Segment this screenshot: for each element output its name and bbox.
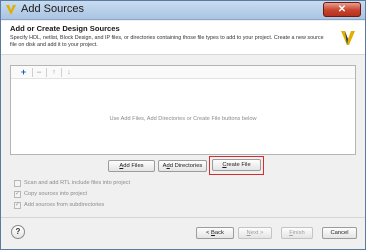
scan-rtl-include-checkbox[interactable] [14, 180, 21, 187]
add-files-button[interactable]: Add Files [108, 160, 155, 172]
option-label: Copy sources into project [24, 191, 88, 197]
vivado-logo-icon [341, 31, 355, 45]
source-files-list[interactable]: + − ↑ ↓ Use Add Files, Add Directories o… [10, 65, 356, 155]
cancel-button[interactable]: Cancel [322, 227, 357, 239]
wizard-header: Add or Create Design Sources Specify HDL… [1, 21, 365, 55]
close-icon: ✕ [337, 4, 347, 15]
option-label: Scan and add RTL include files into proj… [24, 180, 131, 186]
empty-list-hint: Use Add Files, Add Directories or Create… [109, 116, 257, 122]
title-bar[interactable]: Add Sources ✕ [1, 1, 365, 20]
toolbar-divider [32, 68, 33, 77]
finish-button[interactable]: Finish [281, 227, 313, 239]
next-button[interactable]: Next > [238, 227, 272, 239]
create-file-highlight [209, 156, 264, 175]
copy-sources-checkbox[interactable]: ✓ [14, 191, 21, 198]
files-toolbar: + − ↑ ↓ [11, 66, 355, 79]
toolbar-divider [46, 68, 47, 77]
move-up-icon[interactable]: ↑ [50, 67, 58, 78]
remove-icon[interactable]: − [35, 67, 43, 78]
back-button[interactable]: < Back [196, 227, 234, 239]
toolbar-divider [61, 68, 62, 77]
add-subdirectories-checkbox[interactable]: ✓ [14, 202, 21, 209]
page-description: Specify HDL, netlist, Block Design, and … [10, 35, 324, 49]
window-title: Add Sources [21, 3, 84, 15]
page-title: Add or Create Design Sources [10, 24, 120, 33]
option-label: Add sources from subdirectories [24, 202, 105, 208]
add-sources-dialog: Add Sources ✕ Add or Create Design Sourc… [0, 0, 366, 250]
vivado-app-icon [6, 5, 16, 15]
close-button[interactable]: ✕ [323, 2, 361, 17]
move-down-icon[interactable]: ↓ [65, 67, 73, 78]
footer-divider [1, 217, 365, 218]
add-icon[interactable]: + [19, 67, 28, 78]
add-directories-button[interactable]: Add Directories [158, 160, 207, 172]
help-icon[interactable]: ? [11, 225, 25, 239]
